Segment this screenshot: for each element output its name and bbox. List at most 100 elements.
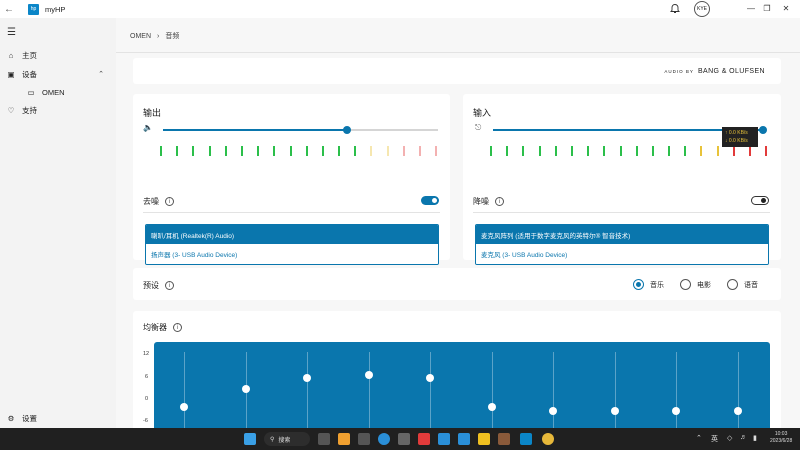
eq-band-handle[interactable]: [488, 403, 496, 412]
eq-band-handle[interactable]: [365, 370, 373, 379]
microphone-icon[interactable]: ⎋: [475, 123, 481, 133]
sidebar-item-label: OMEN: [42, 87, 65, 97]
app-icon[interactable]: [498, 433, 510, 445]
account-avatar[interactable]: KYE: [694, 1, 710, 17]
taskbar-clock[interactable]: 10:03 2023/6/28: [770, 431, 792, 445]
chrome-icon[interactable]: [542, 433, 554, 445]
eq-band-handle[interactable]: [242, 385, 250, 394]
level-tick: [176, 146, 179, 156]
download-speed: ↓ 0.0 KB/s: [725, 138, 748, 144]
level-tick: [765, 146, 768, 156]
level-tick: [668, 146, 671, 156]
sidebar: ☰ ⌂ 主页 ▣ 设备 ⌃ ▭ OMEN ♡ 支持 ⚙ 设置: [0, 18, 116, 428]
level-tick: [651, 146, 654, 156]
level-tick: [338, 146, 341, 156]
preset-movie[interactable]: 电影: [680, 279, 711, 290]
clock-time: 10:03: [774, 431, 788, 437]
eq-band-handle[interactable]: [180, 403, 188, 412]
taskbar: ⚲ 搜索 ⌃ 英 ◇ ♬ ▮ 10:03 2023/6/28: [0, 428, 800, 450]
level-tick: [240, 146, 243, 156]
menu-icon[interactable]: ☰: [7, 27, 16, 38]
chevron-up-icon[interactable]: ⌃: [98, 70, 104, 78]
eq-band-line: [738, 352, 739, 432]
info-icon[interactable]: i: [165, 197, 174, 206]
level-tick: [570, 146, 573, 156]
input-volume-thumb[interactable]: [759, 126, 767, 134]
speaker-icon[interactable]: 🔈: [143, 123, 153, 132]
sidebar-item-home[interactable]: ⌂ 主页: [0, 46, 116, 64]
level-tick: [208, 146, 211, 156]
radio-button[interactable]: [680, 279, 691, 290]
radio-button[interactable]: [633, 279, 644, 290]
title-bar: ← hp myHP KYE — ❐ ✕: [0, 0, 800, 18]
input-device-selected[interactable]: 麦克风阵列 (适用于数字麦克风的英特尔® 智音技术): [476, 225, 768, 244]
volume-icon[interactable]: ♬: [740, 434, 747, 441]
task-view-icon[interactable]: [318, 433, 330, 445]
divider: [143, 212, 440, 213]
equalizer-graph[interactable]: [154, 342, 770, 432]
sidebar-item-devices[interactable]: ▣ 设备 ⌃: [0, 65, 116, 83]
edge-icon[interactable]: [378, 433, 390, 445]
battery-icon[interactable]: ▮: [753, 434, 757, 442]
output-device-option[interactable]: 扬声器 (3- USB Audio Device): [146, 244, 438, 264]
devices-icon: ▣: [7, 69, 15, 79]
info-icon[interactable]: i: [173, 323, 182, 332]
preset-music[interactable]: 音乐: [633, 279, 664, 290]
search-app-icon[interactable]: [338, 433, 350, 445]
level-tick: [354, 146, 357, 156]
level-tick: [700, 146, 703, 156]
start-icon[interactable]: [244, 433, 256, 445]
back-arrow-icon[interactable]: ←: [0, 0, 18, 18]
laptop-icon: ▭: [27, 87, 35, 97]
radio-label: 音乐: [650, 281, 664, 289]
eq-band-handle[interactable]: [549, 406, 557, 415]
preset-voice[interactable]: 语音: [727, 279, 758, 290]
restore-icon[interactable]: ❐: [761, 3, 773, 15]
eq-band-handle[interactable]: [426, 374, 434, 383]
eq-band-line: [369, 352, 370, 432]
breadcrumb-parent[interactable]: OMEN: [130, 33, 151, 40]
sidebar-item-omen[interactable]: ▭ OMEN: [0, 83, 116, 101]
breadcrumb: OMEN › 音频: [130, 31, 179, 41]
info-icon[interactable]: i: [495, 197, 504, 206]
output-volume-thumb[interactable]: [343, 126, 351, 134]
sidebar-item-settings[interactable]: ⚙ 设置: [0, 409, 116, 427]
level-tick: [160, 146, 162, 156]
level-tick: [684, 146, 687, 156]
info-icon[interactable]: i: [165, 281, 174, 290]
wifi-icon[interactable]: ◇: [727, 434, 732, 442]
taskbar-search[interactable]: ⚲ 搜索: [264, 432, 310, 446]
input-noise-toggle[interactable]: [751, 196, 769, 205]
app-icon[interactable]: [438, 433, 450, 445]
level-tick: [305, 146, 308, 156]
bell-icon[interactable]: [669, 3, 681, 15]
eq-band-handle[interactable]: [611, 406, 619, 415]
eq-band-handle[interactable]: [734, 406, 742, 415]
eq-band-line: [184, 352, 185, 432]
clock-date: 2023/6/28: [770, 438, 793, 444]
toggle-knob: [761, 198, 766, 203]
eq-band-line: [430, 352, 431, 432]
app-icon[interactable]: [458, 433, 470, 445]
widgets-icon[interactable]: [358, 433, 370, 445]
output-device-selected[interactable]: 喇叭/耳机 (Realtek(R) Audio): [146, 225, 438, 244]
ime-indicator[interactable]: 英: [711, 434, 718, 444]
eq-axis-label: -6: [143, 418, 148, 424]
app-icon[interactable]: [478, 433, 490, 445]
sidebar-item-label: 设置: [22, 413, 37, 423]
app-icon[interactable]: [418, 433, 430, 445]
level-tick: [522, 146, 525, 156]
chevron-up-icon[interactable]: ⌃: [696, 434, 702, 442]
eq-band-handle[interactable]: [672, 406, 680, 415]
home-icon: ⌂: [8, 50, 14, 60]
minimize-icon[interactable]: —: [745, 3, 757, 15]
myhp-taskbar-icon[interactable]: [520, 433, 532, 445]
level-tick: [224, 146, 227, 156]
radio-button[interactable]: [727, 279, 738, 290]
close-icon[interactable]: ✕: [780, 3, 792, 15]
eq-band-handle[interactable]: [303, 374, 311, 383]
sidebar-item-support[interactable]: ♡ 支持: [0, 101, 116, 119]
store-icon[interactable]: [398, 433, 410, 445]
input-device-option[interactable]: 麦克风 (3- USB Audio Device): [476, 244, 768, 264]
output-noise-toggle[interactable]: [421, 196, 439, 205]
